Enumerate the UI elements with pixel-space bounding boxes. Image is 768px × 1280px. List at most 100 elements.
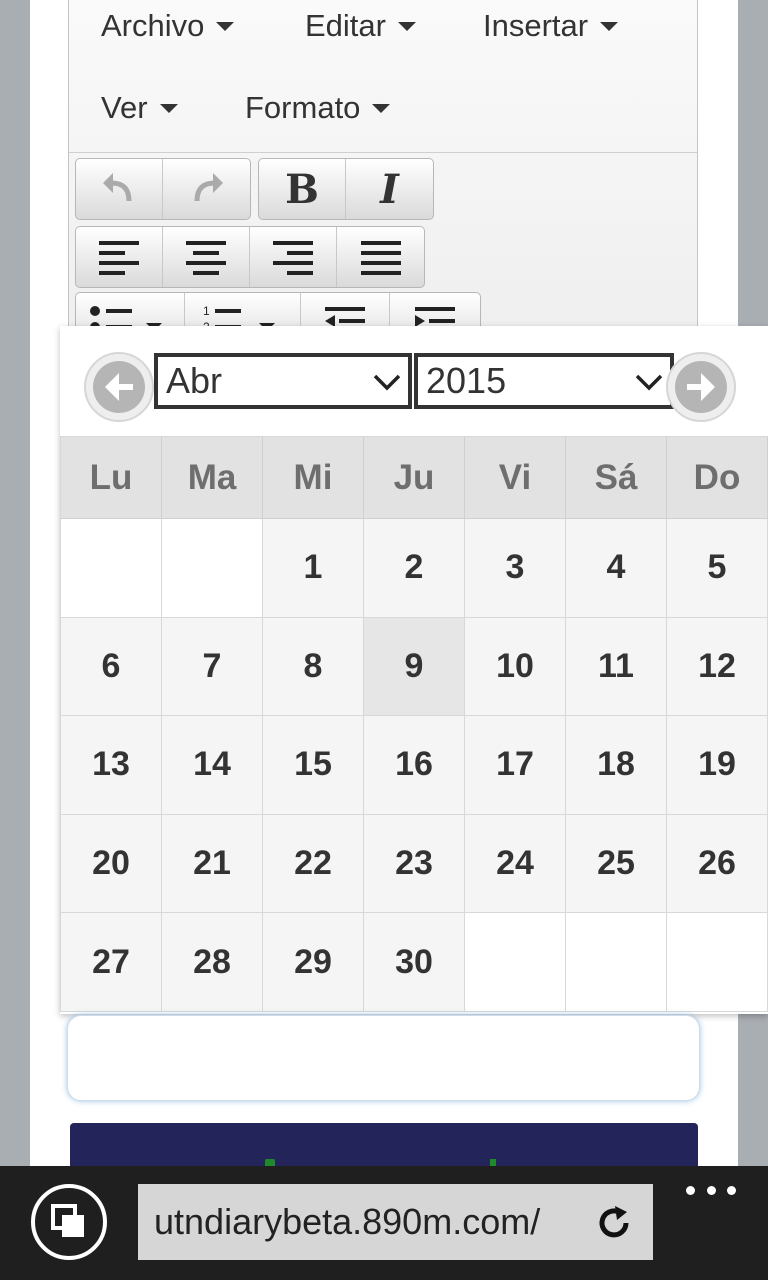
calendar-day[interactable]: 18 [566, 716, 667, 815]
more-dot [706, 1185, 716, 1195]
calendar-grid: Lu Ma Mi Ju Vi Sá Do 1 2 3 4 5 6 7 8 9 1… [60, 436, 768, 1012]
calendar-day[interactable]: 30 [364, 913, 465, 1012]
menu-archivo[interactable]: Archivo [101, 8, 235, 44]
calendar-day[interactable]: 20 [61, 814, 162, 914]
calendar-day[interactable]: 15 [263, 716, 364, 815]
calendar-day[interactable]: 3 [465, 519, 566, 618]
calendar-empty-cell [667, 913, 768, 1012]
year-select[interactable]: 2015 [414, 353, 674, 409]
calendar-day[interactable]: 6 [61, 617, 162, 717]
calendar-empty-cell [61, 519, 162, 618]
calendar-day[interactable]: 19 [667, 716, 768, 815]
calendar-day[interactable]: 27 [61, 913, 162, 1012]
reload-icon[interactable] [595, 1204, 633, 1242]
year-value: 2015 [426, 360, 507, 401]
prev-month-button[interactable] [84, 352, 154, 422]
align-right-icon [273, 241, 313, 275]
menu-formato[interactable]: Formato [245, 90, 391, 126]
tabs-icon [51, 1204, 84, 1237]
calendar-day[interactable]: 4 [566, 519, 667, 618]
calendar-day[interactable]: 5 [667, 519, 768, 618]
align-center-button[interactable] [163, 227, 250, 287]
menu-label: Archivo [101, 8, 205, 43]
next-month-button[interactable] [666, 352, 736, 422]
italic-label: I [380, 165, 399, 213]
next-month-circle [675, 361, 727, 413]
weekday-header: Lu [61, 437, 162, 519]
datepicker-popup: Abr 2015 Lu Ma Mi Ju Vi Sá Do 1 2 3 4 5 [60, 326, 768, 1014]
arrow-right-icon [687, 373, 715, 401]
calendar-day-highlighted[interactable]: 9 [364, 617, 465, 717]
weekday-header: Vi [465, 437, 566, 519]
caret-down-icon [397, 21, 416, 31]
outdent-button[interactable] [301, 293, 391, 329]
weekday-header: Ju [364, 437, 465, 519]
calendar-day[interactable]: 23 [364, 814, 465, 914]
menu-label: Ver [101, 90, 148, 125]
month-select[interactable]: Abr [154, 353, 412, 409]
more-icon[interactable] [686, 1180, 736, 1200]
calendar-day[interactable]: 13 [61, 716, 162, 815]
weekday-header: Mi [263, 437, 364, 519]
calendar-day[interactable]: 25 [566, 814, 667, 914]
align-right-button[interactable] [250, 227, 337, 287]
arrow-left-icon [105, 373, 133, 401]
format-group: B I [258, 158, 434, 220]
calendar-day[interactable]: 8 [263, 617, 364, 717]
align-left-button[interactable] [76, 227, 163, 287]
calendar-day[interactable]: 12 [667, 617, 768, 717]
weekday-header: Ma [162, 437, 263, 519]
rich-text-editor: Archivo Editar Insertar Ver Formato B I … [68, 0, 698, 330]
calendar-day[interactable]: 2 [364, 519, 465, 618]
align-justify-icon [360, 241, 401, 275]
more-dot [727, 1185, 736, 1195]
caret-down-icon [600, 21, 619, 31]
calendar-day[interactable]: 1 [263, 519, 364, 618]
prev-month-circle [93, 361, 145, 413]
chevron-down-icon [635, 374, 663, 391]
align-left-icon [99, 241, 139, 275]
calendar-day[interactable]: 21 [162, 814, 263, 914]
calendar-day[interactable]: 14 [162, 716, 263, 815]
calendar-day[interactable]: 22 [263, 814, 364, 914]
menu-ver[interactable]: Ver [101, 90, 178, 126]
date-input-field[interactable] [67, 1015, 700, 1101]
caret-down-icon [216, 21, 235, 31]
calendar-day[interactable]: 24 [465, 814, 566, 914]
calendar-day[interactable]: 16 [364, 716, 465, 815]
calendar-empty-cell [162, 519, 263, 618]
caret-down-icon [372, 103, 391, 113]
menu-label: Formato [245, 90, 361, 125]
undo-button[interactable] [76, 159, 163, 219]
more-dot [686, 1185, 695, 1195]
menu-editar[interactable]: Editar [305, 8, 416, 44]
numbered-list-button[interactable]: 1 2 [185, 293, 301, 329]
tabs-button[interactable] [31, 1184, 107, 1260]
calendar-day[interactable]: 7 [162, 617, 263, 717]
align-justify-button[interactable] [337, 227, 424, 287]
alignment-group [75, 226, 425, 288]
month-value: Abr [166, 360, 223, 401]
calendar-day[interactable]: 17 [465, 716, 566, 815]
indent-button[interactable] [390, 293, 480, 329]
bullet-list-button[interactable] [76, 293, 186, 329]
italic-button[interactable]: I [346, 159, 433, 219]
calendar-day[interactable]: 10 [465, 617, 566, 717]
svg-text:1: 1 [203, 304, 210, 318]
bold-label: B [285, 165, 319, 213]
calendar-empty-cell [566, 913, 667, 1012]
menu-label: Editar [305, 8, 386, 43]
url-field[interactable]: utndiarybeta.890m.com/ [138, 1184, 653, 1260]
calendar-day[interactable]: 28 [162, 913, 263, 1012]
menubar: Archivo Editar Insertar Ver Formato [69, 0, 697, 153]
url-text: utndiarybeta.890m.com/ [154, 1201, 541, 1242]
redo-icon [194, 173, 223, 202]
redo-button[interactable] [163, 159, 250, 219]
menu-insertar[interactable]: Insertar [483, 8, 619, 44]
weekday-header: Sá [566, 437, 667, 519]
calendar-day[interactable]: 29 [263, 913, 364, 1012]
calendar-day[interactable]: 26 [667, 814, 768, 914]
calendar-day[interactable]: 11 [566, 617, 667, 717]
bold-button[interactable]: B [259, 159, 346, 219]
calendar-empty-cell [465, 913, 566, 1012]
